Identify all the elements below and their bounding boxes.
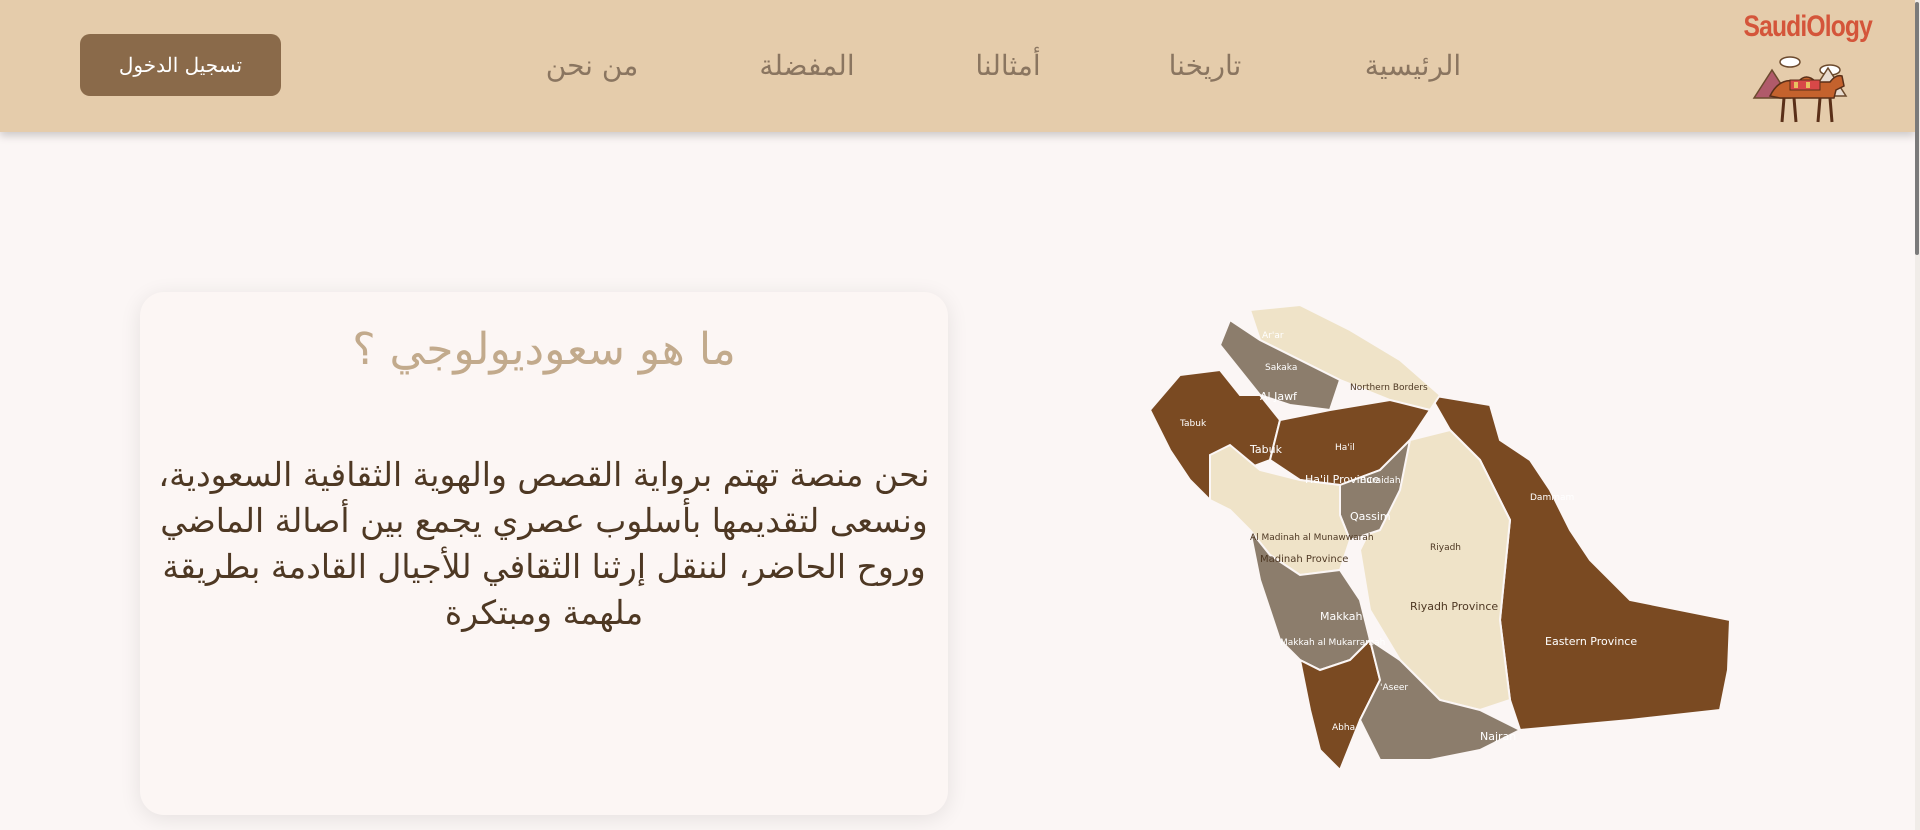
about-card: ما هو سعوديولوجي ؟ نحن منصة تهتم برواية … [140,292,948,815]
saudi-map-image: Ar'ar Sakaka Al Jawf Northern Borders Ta… [1148,300,1735,790]
top-navbar: تسجيل الدخول من نحن المفضلة أمثالنا تاري… [0,0,1915,132]
nav-link-proverbs[interactable]: أمثالنا [975,40,1040,90]
map-label-makkah: Makkah [1320,610,1363,623]
scrollbar-thumb[interactable] [1915,2,1919,255]
about-title: ما هو سعوديولوجي ؟ [352,324,736,375]
logo-text: SaudiOlogy [1743,10,1873,43]
map-label-hail-city: Ha'il [1335,443,1355,453]
map-label-sakaka: Sakaka [1265,363,1297,373]
nav-link-history[interactable]: تاريخنا [1169,40,1242,90]
map-label-makkah-city: Makkah al Mukarramah [1280,638,1385,648]
map-label-tabuk: Tabuk [1249,443,1283,456]
saudi-map-svg: Ar'ar Sakaka Al Jawf Northern Borders Ta… [1148,303,1732,772]
about-description: نحن منصة تهتم برواية القصص والهوية الثقا… [158,455,930,632]
map-label-northern-borders: Northern Borders [1350,383,1428,393]
map-label-dammam: Dammam [1530,493,1574,503]
map-label-abha: Abha [1332,723,1355,733]
map-label-qassim: Qassim [1350,510,1391,523]
site-logo[interactable]: SaudiOlogy [1730,6,1880,128]
nav-link-home[interactable]: الرئيسية [1365,40,1461,90]
map-label-riyadh: Riyadh Province [1410,600,1498,613]
login-button[interactable]: تسجيل الدخول [80,34,281,96]
map-label-najran: Najran [1480,730,1516,743]
map-label-madinah: Madinah Province [1260,554,1348,565]
map-label-riyadh-city: Riyadh [1430,543,1461,553]
map-label-tabuk-city: Tabuk [1179,419,1207,429]
map-label-eastern: Eastern Province [1545,635,1637,648]
map-label-aseer: 'Aseer [1380,683,1408,693]
map-label-al-jawf: Al Jawf [1260,390,1298,403]
map-label-buraidah: Buraidah [1360,476,1401,486]
map-label-arar: Ar'ar [1262,331,1284,341]
nav-link-about[interactable]: من نحن [546,40,638,90]
nav-link-favorites[interactable]: المفضلة [759,40,854,90]
map-label-madinah-city: Al Madinah al Munawwarah [1250,533,1374,543]
camel-icon [1752,56,1848,123]
